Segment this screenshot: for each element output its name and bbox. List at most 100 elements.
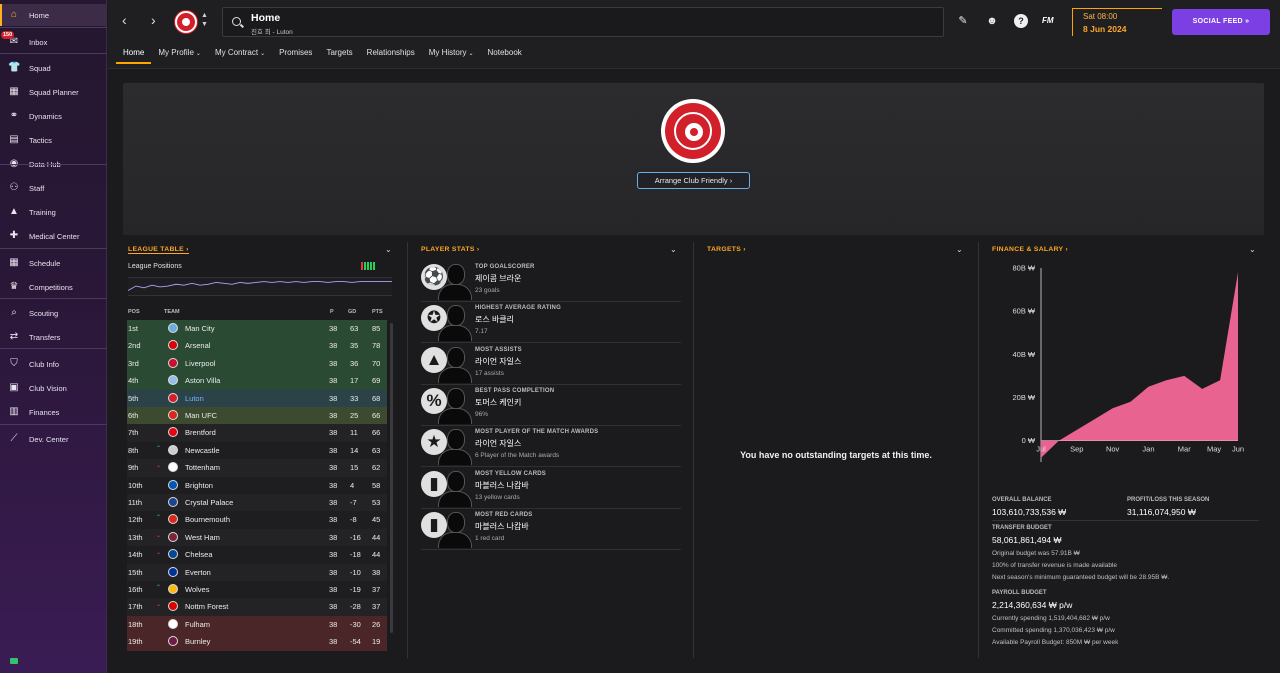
team-name[interactable]: Man UFC bbox=[185, 411, 217, 420]
team-name[interactable]: Everton bbox=[185, 568, 211, 577]
player-name[interactable]: 로스 바클리 bbox=[475, 314, 514, 325]
tab-home[interactable]: Home bbox=[116, 44, 152, 64]
table-row[interactable]: 17th ⌄ Nottm Forest 38 -28 37 bbox=[127, 598, 387, 616]
finance-heading[interactable]: FINANCE & SALARY › bbox=[992, 246, 1068, 253]
balance-area[interactable] bbox=[1041, 272, 1238, 458]
manager-icon[interactable]: ☻ bbox=[985, 14, 999, 28]
player-stat-item[interactable]: ✪ HIGHEST AVERAGE RATING 로스 바클리 7.17 bbox=[421, 302, 681, 344]
sidebar-item-transfers[interactable]: ⇄ Transfers bbox=[0, 326, 107, 348]
player-stat-item[interactable]: ▮ MOST YELLOW CARDS 마블러스 나캄바 13 yellow card… bbox=[421, 468, 681, 509]
chevron-down-icon[interactable]: ⌄ bbox=[1249, 245, 1256, 254]
player-stat-item[interactable]: % BEST PASS COMPLETION 토머스 케인키 96% bbox=[421, 385, 681, 426]
tab-targets[interactable]: Targets bbox=[319, 44, 359, 64]
col-team[interactable]: TEAM bbox=[164, 309, 180, 315]
page-header[interactable]: Home 진호 최 - Luton bbox=[222, 7, 944, 37]
sidebar-item-club-info[interactable]: ⛉ Club Info bbox=[0, 353, 107, 375]
sidebar-item-tactics[interactable]: ▤ Tactics bbox=[0, 129, 107, 151]
help-icon[interactable]: ? bbox=[1014, 14, 1028, 28]
team-name[interactable]: Fulham bbox=[185, 620, 210, 629]
team-name[interactable]: Man City bbox=[185, 324, 215, 333]
table-row[interactable]: 15th Everton 38 -10 38 bbox=[127, 563, 387, 581]
edit-pencil-icon[interactable]: ✎ bbox=[956, 14, 970, 28]
league-table-heading[interactable]: LEAGUE TABLE › bbox=[128, 246, 189, 254]
player-stat-item[interactable]: ▮ MOST RED CARDS 마블러스 나캄바 1 red card bbox=[421, 509, 681, 550]
table-row[interactable]: 8th ⌃ Newcastle 38 14 63 bbox=[127, 441, 387, 460]
team-name[interactable]: Tottenham bbox=[185, 463, 220, 472]
tab-my-history[interactable]: My History ⌄ bbox=[422, 44, 481, 64]
social-feed-button[interactable]: SOCIAL FEED » bbox=[1172, 9, 1270, 35]
table-row[interactable]: 2nd Arsenal 38 35 78 bbox=[127, 337, 387, 355]
player-stats-heading[interactable]: PLAYER STATS › bbox=[421, 246, 479, 253]
table-row[interactable]: 6th Man UFC 38 25 66 bbox=[127, 407, 387, 425]
tab-notebook[interactable]: Notebook bbox=[481, 44, 529, 64]
sidebar-item-home[interactable]: ⌂ Home bbox=[0, 4, 107, 26]
date-display[interactable]: Sat 08:00 8 Jun 2024 bbox=[1072, 8, 1162, 36]
table-row[interactable]: 11th Crystal Palace 38 -7 53 bbox=[127, 494, 387, 512]
team-name[interactable]: Nottm Forest bbox=[185, 602, 228, 611]
player-name[interactable]: 마블러스 나캄바 bbox=[475, 480, 529, 491]
team-name[interactable]: Brentford bbox=[185, 428, 216, 437]
forward-arrow-icon[interactable]: › bbox=[151, 12, 156, 28]
table-row[interactable]: 14th ⌄ Chelsea 38 -18 44 bbox=[127, 546, 387, 564]
table-row[interactable]: 7th Brentford 38 11 66 bbox=[127, 424, 387, 442]
col-played[interactable]: P bbox=[330, 309, 334, 315]
team-name[interactable]: Bournemouth bbox=[185, 515, 230, 524]
search-icon[interactable] bbox=[232, 17, 241, 26]
sidebar-item-dynamics[interactable]: ⚭ Dynamics bbox=[0, 105, 107, 127]
sidebar-item-dev-center[interactable]: ⟋ Dev. Center bbox=[0, 428, 107, 450]
team-name[interactable]: Newcastle bbox=[185, 446, 220, 455]
player-stat-item[interactable]: ★ MOST PLAYER OF THE MATCH AWARDS 라이언 자일스 6… bbox=[421, 426, 681, 468]
col-gd[interactable]: GD bbox=[348, 309, 356, 315]
targets-heading[interactable]: TARGETS › bbox=[707, 246, 746, 253]
sidebar-item-squad-planner[interactable]: ▦ Squad Planner bbox=[0, 81, 107, 103]
chevron-down-icon[interactable]: ⌄ bbox=[385, 245, 392, 254]
team-name[interactable]: Brighton bbox=[185, 481, 213, 490]
back-arrow-icon[interactable]: ‹ bbox=[122, 12, 127, 28]
team-name[interactable]: Crystal Palace bbox=[185, 498, 233, 507]
sidebar-item-inbox[interactable]: ✉ Inbox bbox=[0, 31, 107, 53]
player-name[interactable]: 토머스 케인키 bbox=[475, 397, 521, 408]
table-row[interactable]: 5th Luton 38 33 68 bbox=[127, 389, 387, 407]
table-row[interactable]: 9th ⌄ Tottenham 38 15 62 bbox=[127, 459, 387, 477]
sidebar-item-schedule[interactable]: ▦ Schedule bbox=[0, 252, 107, 274]
table-row[interactable]: 10th Brighton 38 4 58 bbox=[127, 476, 387, 494]
table-row[interactable]: 3rd Liverpool 38 36 70 bbox=[127, 354, 387, 373]
player-name[interactable]: 마블러스 나캄바 bbox=[475, 521, 529, 532]
sidebar-item-medical-center[interactable]: ✚ Medical Center bbox=[0, 225, 107, 247]
col-pos[interactable]: POS bbox=[128, 309, 140, 315]
team-name[interactable]: Liverpool bbox=[185, 359, 215, 368]
fm-logo[interactable]: FM bbox=[1042, 16, 1054, 25]
chevron-down-icon[interactable]: ⌄ bbox=[670, 245, 677, 254]
table-row[interactable]: 4th Aston Villa 38 17 69 bbox=[127, 372, 387, 390]
player-name[interactable]: 제이콤 브라운 bbox=[475, 273, 521, 284]
player-stat-item[interactable]: ▲ MOST ASSISTS 라이언 자일스 17 assists bbox=[421, 344, 681, 385]
sidebar-item-squad[interactable]: 👕 Squad bbox=[0, 57, 107, 79]
sidebar-item-scouting[interactable]: ⌕ Scouting bbox=[0, 302, 107, 324]
team-name[interactable]: Wolves bbox=[185, 585, 209, 594]
team-name[interactable]: Aston Villa bbox=[185, 376, 220, 385]
table-row[interactable]: 12th ⌃ Bournemouth 38 -8 45 bbox=[127, 511, 387, 529]
sidebar-item-competitions[interactable]: ♛ Competitions bbox=[0, 276, 107, 298]
sidebar-item-training[interactable]: ▲ Training bbox=[0, 201, 107, 223]
player-stat-item[interactable]: ⚽ TOP GOALSCORER 제이콤 브라운 23 goals bbox=[421, 261, 681, 302]
team-name[interactable]: West Ham bbox=[185, 533, 220, 542]
team-name[interactable]: Chelsea bbox=[185, 550, 213, 559]
team-name[interactable]: Arsenal bbox=[185, 341, 210, 350]
sidebar-item-staff[interactable]: ⚇ Staff bbox=[0, 177, 107, 199]
tab-my-contract[interactable]: My Contract ⌄ bbox=[208, 44, 272, 64]
table-row[interactable]: 13th ⌄ West Ham 38 -16 44 bbox=[127, 528, 387, 547]
club-switch-arrows[interactable]: ▲ ▼ bbox=[201, 11, 208, 29]
chevron-down-icon[interactable]: ⌄ bbox=[956, 245, 963, 254]
player-name[interactable]: 라이언 자일스 bbox=[475, 438, 521, 449]
col-pts[interactable]: PTS bbox=[372, 309, 383, 315]
sidebar-item-club-vision[interactable]: ▣ Club Vision bbox=[0, 377, 107, 399]
tab-relationships[interactable]: Relationships bbox=[360, 44, 422, 64]
table-row[interactable]: 1st Man City 38 63 85 bbox=[127, 320, 387, 338]
arrange-friendly-button[interactable]: Arrange Club Friendly › bbox=[637, 172, 750, 189]
table-row[interactable]: 19th Burnley 38 -54 19 bbox=[127, 633, 387, 651]
club-badge-icon[interactable] bbox=[175, 11, 197, 33]
table-row[interactable]: 18th Fulham 38 -30 26 bbox=[127, 615, 387, 634]
league-table-scrollbar[interactable] bbox=[390, 323, 393, 633]
team-name[interactable]: Burnley bbox=[185, 637, 210, 646]
table-row[interactable]: 16th ⌃ Wolves 38 -19 37 bbox=[127, 581, 387, 599]
